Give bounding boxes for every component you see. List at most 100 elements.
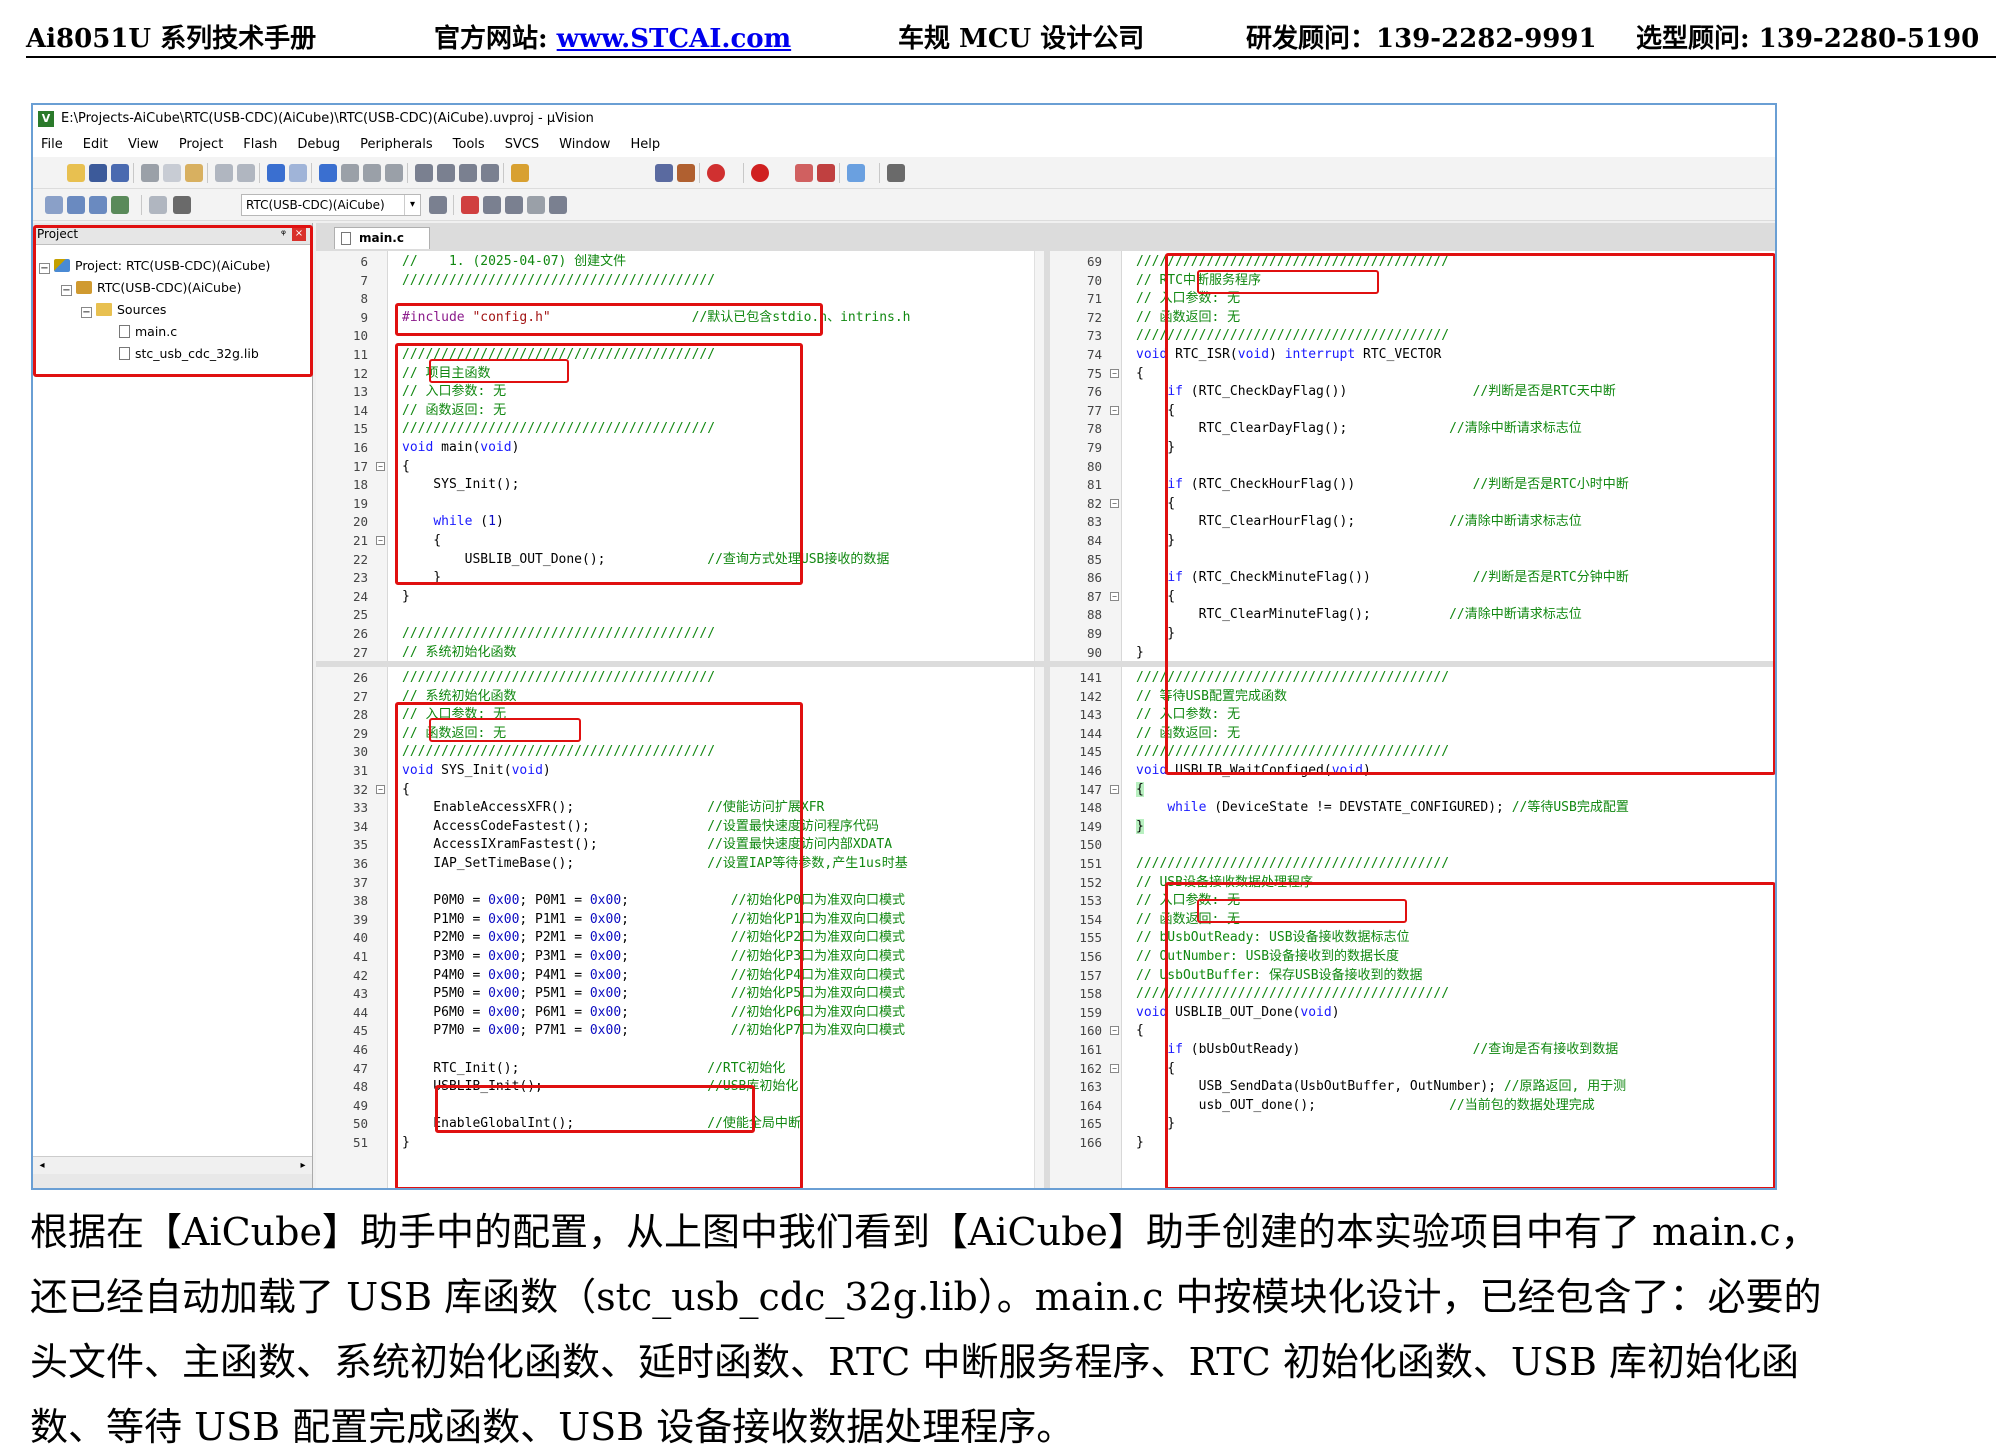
- close-icon[interactable]: ×: [292, 227, 306, 241]
- manage-components-icon[interactable]: [461, 196, 479, 214]
- breakpoint-icon[interactable]: [751, 164, 769, 182]
- new-file-icon[interactable]: [45, 164, 63, 182]
- collapse-icon[interactable]: −: [81, 307, 92, 318]
- editor-pane-bottom-right[interactable]: 141 /////////////////////////////////////…: [1050, 667, 1775, 1188]
- code-token: P7M0 =: [402, 1023, 489, 1039]
- menu-item-file[interactable]: File: [33, 133, 73, 157]
- paste-icon[interactable]: [185, 164, 203, 182]
- target-options-icon[interactable]: [429, 196, 447, 214]
- fold-toggle-icon[interactable]: −: [1110, 1063, 1119, 1073]
- menu-item-help[interactable]: Help: [620, 133, 670, 157]
- redo-icon[interactable]: [237, 164, 255, 182]
- undo-icon[interactable]: [215, 164, 233, 182]
- comment-icon[interactable]: [459, 164, 477, 182]
- line-number: 142: [1079, 688, 1102, 704]
- menu-item-peripherals[interactable]: Peripherals: [350, 133, 443, 157]
- code-token: ): [495, 514, 504, 530]
- find-icon[interactable]: [655, 164, 673, 182]
- collapse-icon[interactable]: −: [39, 263, 50, 274]
- tree-item[interactable]: main.c: [119, 321, 177, 343]
- copy-icon[interactable]: [163, 164, 181, 182]
- editor-pane-top-right[interactable]: 69 //////////////////////////////////////…: [1050, 251, 1775, 661]
- manage-rte-icon[interactable]: [505, 196, 523, 214]
- scroll-right-icon[interactable]: ▸: [295, 1158, 311, 1173]
- fold-toggle-icon[interactable]: −: [1110, 591, 1119, 601]
- code-token: P3M0 =: [402, 949, 489, 964]
- save-icon[interactable]: [89, 164, 107, 182]
- menu-item-debug[interactable]: Debug: [287, 133, 350, 157]
- tree-item[interactable]: stc_usb_cdc_32g.lib: [119, 343, 259, 365]
- menu-item-flash[interactable]: Flash: [233, 133, 287, 157]
- save-all-icon[interactable]: [111, 164, 129, 182]
- prev-bookmark-icon[interactable]: [341, 164, 359, 182]
- unindent-icon[interactable]: [437, 164, 455, 182]
- nav-back-icon[interactable]: [267, 164, 285, 182]
- tree-item[interactable]: − Sources: [81, 299, 166, 321]
- tab-main-c[interactable]: main.c: [334, 227, 430, 249]
- batch-build-icon[interactable]: [111, 196, 129, 214]
- menu-item-project[interactable]: Project: [169, 133, 233, 157]
- menu-item-view[interactable]: View: [118, 133, 169, 157]
- code-line: 150: [1050, 836, 1775, 855]
- line-number: 80: [1086, 458, 1102, 474]
- editor-pane-bottom-left[interactable]: 26 //////////////////////////////////////…: [316, 667, 1044, 1188]
- tree-item-label: stc_usb_cdc_32g.lib: [135, 346, 259, 361]
- build-icon[interactable]: [67, 196, 85, 214]
- fold-toggle-icon[interactable]: −: [1110, 368, 1119, 378]
- cut-icon[interactable]: [141, 164, 159, 182]
- window-layout-icon[interactable]: [847, 164, 865, 182]
- indent-icon[interactable]: [415, 164, 433, 182]
- fold-toggle-icon[interactable]: −: [1110, 1026, 1119, 1036]
- project-hscrollbar[interactable]: ◂ ▸: [33, 1156, 312, 1174]
- tree-item-label: main.c: [135, 324, 178, 339]
- line-number: 41: [352, 949, 368, 964]
- tree-item[interactable]: − RTC(USB-CDC)(AiCube): [61, 277, 241, 299]
- fold-toggle-icon[interactable]: −: [1110, 784, 1119, 794]
- open-folder-icon[interactable]: [67, 164, 85, 182]
- select-packs-icon[interactable]: [483, 196, 501, 214]
- code-line: 29 // 函数返回: 无: [316, 725, 1044, 744]
- line-number: 27: [352, 688, 368, 704]
- scroll-left-icon[interactable]: ◂: [34, 1158, 50, 1173]
- target-select[interactable]: RTC(USB-CDC)(AiCube) ▾: [241, 194, 421, 216]
- site-link[interactable]: www.STCAI.com: [557, 24, 791, 54]
- event-recorder-icon[interactable]: [527, 196, 545, 214]
- nav-forward-icon[interactable]: [289, 164, 307, 182]
- stop-build-icon[interactable]: [149, 196, 167, 214]
- fold-toggle-icon[interactable]: −: [376, 536, 385, 545]
- project-pane-tabs[interactable]: [33, 1174, 312, 1188]
- fold-toggle-icon[interactable]: −: [376, 461, 385, 471]
- rebuild-icon[interactable]: [89, 196, 107, 214]
- menu-item-tools[interactable]: Tools: [443, 133, 495, 157]
- translate-icon[interactable]: [45, 196, 63, 214]
- code-text: ////////////////////////////////////////: [1136, 253, 1449, 272]
- fold-toggle-icon[interactable]: −: [376, 784, 385, 794]
- menu-item-edit[interactable]: Edit: [73, 133, 118, 157]
- configure-icon[interactable]: [887, 164, 905, 182]
- find-in-files-icon[interactable]: [511, 164, 529, 182]
- menu-item-window[interactable]: Window: [549, 133, 620, 157]
- pin-icon[interactable]: ᵠ: [281, 223, 286, 245]
- file-icon: [119, 325, 130, 338]
- pack-installer-icon[interactable]: [549, 196, 567, 214]
- next-bookmark-icon[interactable]: [363, 164, 381, 182]
- disable-all-breakpoints-icon[interactable]: [795, 164, 813, 182]
- find-combo-icon[interactable]: [628, 164, 646, 182]
- clear-bookmarks-icon[interactable]: [385, 164, 403, 182]
- line-number: 157: [1079, 967, 1102, 983]
- fold-toggle-icon[interactable]: −: [1110, 405, 1119, 415]
- code-line: 151 /////////////////////////////////////…: [1050, 855, 1775, 874]
- collapse-icon[interactable]: −: [61, 285, 72, 296]
- kill-breakpoints-icon[interactable]: [817, 164, 835, 182]
- bookmark-icon[interactable]: [319, 164, 337, 182]
- download-icon[interactable]: [173, 196, 191, 214]
- uncomment-icon[interactable]: [481, 164, 499, 182]
- tree-item[interactable]: − Project: RTC(USB-CDC)(AiCube): [39, 255, 270, 277]
- debug-settings-icon[interactable]: [677, 164, 695, 182]
- code-token: 0x00: [488, 949, 520, 964]
- start-debug-icon[interactable]: [707, 164, 725, 182]
- editor-pane-top-left[interactable]: 6 // 1. (2025-04-07) 创建文件 7 ///////////////…: [316, 251, 1044, 661]
- disable-breakpoint-icon[interactable]: [773, 164, 791, 182]
- menu-item-svcs[interactable]: SVCS: [495, 133, 549, 157]
- fold-toggle-icon[interactable]: −: [1110, 498, 1119, 508]
